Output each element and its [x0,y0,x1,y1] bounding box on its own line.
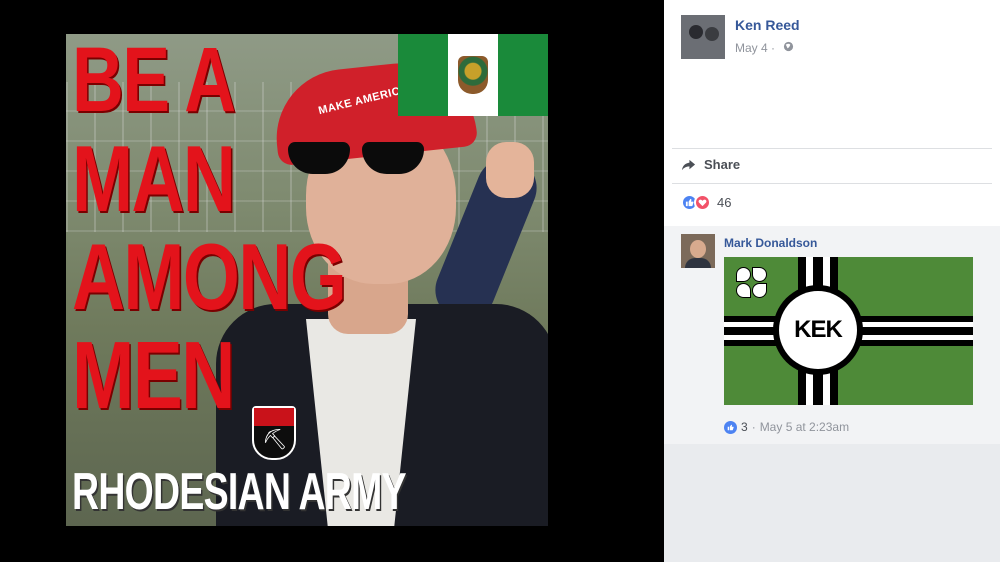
commenter-name[interactable]: Mark Donaldson [724,236,817,250]
comments-section: Mark Donaldson KEK 3 · May 5 at 2:23am [664,226,1000,444]
public-globe-icon [783,41,794,55]
flag-emblem-text: KEK [779,291,857,369]
love-reaction-icon [694,194,711,211]
raised-hand [486,142,534,198]
divider [672,183,992,184]
photo-viewer: MAKE AMERICA GREAT AGAIN BE A MAN AMONG … [0,0,663,562]
divider [672,148,992,149]
rhodesian-flag-image [398,34,548,116]
kekistan-flag-image[interactable]: KEK [724,257,973,405]
share-icon [681,159,696,171]
commenter-avatar[interactable] [681,234,715,268]
post-photo[interactable]: MAKE AMERICA GREAT AGAIN BE A MAN AMONG … [66,34,548,526]
date-separator: · [767,41,776,55]
slogan-line-2: MAN [72,126,236,231]
post-date-text: May 4 [735,41,768,55]
meta-separator: · [751,420,756,434]
share-button[interactable]: Share [681,157,740,172]
photo-caption: RHODESIAN ARMY [72,463,407,521]
slogan-line-3: AMONG [72,224,347,329]
slogan-line-4: MEN [72,322,235,429]
army-shield-icon: ⛏ [252,406,296,460]
comment-meta: 3 · May 5 at 2:23am [724,420,849,434]
post-card: Ken Reed May 4 · Share 46 Mark Donaldson [664,0,1000,444]
like-reaction-icon [724,420,737,434]
post-side-panel: Ken Reed May 4 · Share 46 Mark Donaldson [664,0,1000,562]
author-name[interactable]: Ken Reed [735,17,800,33]
crest-icon [458,56,488,94]
reactions-summary[interactable]: 46 [681,194,731,211]
slogan-line-1: BE A [72,34,236,131]
comment-timestamp[interactable]: May 5 at 2:23am [760,420,849,434]
clover-icon [734,265,768,299]
post-date[interactable]: May 4 · [735,41,775,55]
sunglasses [288,142,428,176]
comment-like-count[interactable]: 3 [741,420,748,434]
author-avatar[interactable] [681,15,725,59]
reaction-count: 46 [717,195,732,210]
share-label: Share [704,157,741,172]
